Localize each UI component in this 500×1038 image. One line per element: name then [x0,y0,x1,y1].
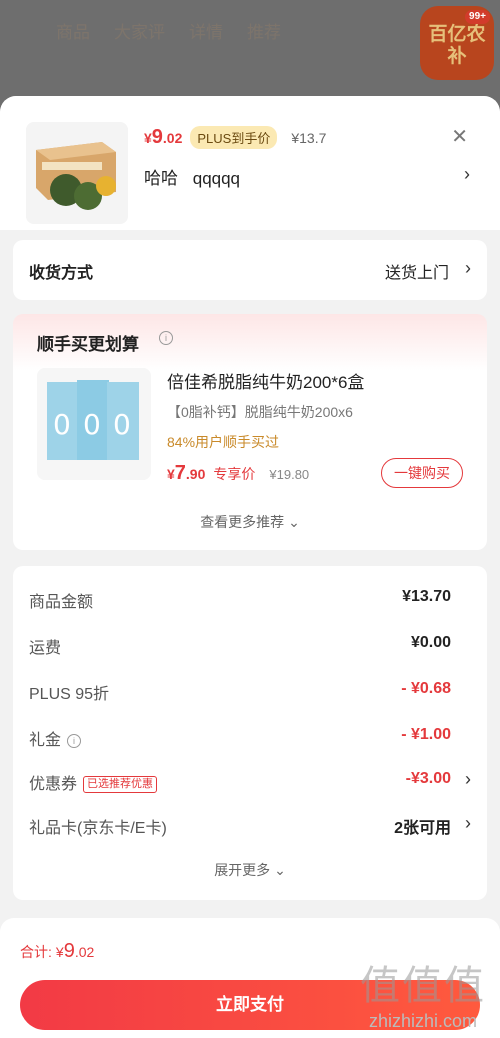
recommendation-product-desc: 【0脂补钙】脱脂纯牛奶200x6 [167,404,353,420]
info-icon[interactable]: i [67,734,82,748]
rec-price-integer: 7 [174,462,186,484]
total-integer: 9 [63,940,75,962]
recommendation-card: 顺手买更划算 i 0 0 0 倍佳希脱脂纯牛奶200*6盒 【0脂补钙】脱脂纯牛… [13,314,487,550]
summary-row-goods: 商品金额 ¥13.70 [29,588,471,612]
rec-price-decimal: .90 [185,466,206,482]
chevron-down-icon: ⌄ [274,862,286,878]
bg-tab-details: 详情 [189,23,223,42]
chevron-down-icon: ⌄ [288,514,300,530]
chevron-right-icon: › [465,258,471,278]
rec-original-price: ¥19.80 [269,467,310,482]
recommendation-product-name[interactable]: 倍佳希脱脂纯牛奶200*6盒 [167,368,364,393]
summary-label-wrap: 优惠券 已选推荐优惠 [29,770,158,794]
recommendation-title: 顺手买更划算 [37,335,139,354]
summary-label: 礼金 [29,732,62,749]
watermark: 值值值 zhizhizhi.com [360,953,486,1032]
more-recommendations-label: 查看更多推荐 [200,514,285,530]
product-spec-selector[interactable]: 哈哈 qqqqq [144,164,250,189]
watermark-brand: 值值值 [360,964,486,1008]
summary-row-gift-card[interactable]: 礼品卡(京东卡/E卡) 2张可用 › [29,813,471,838]
recommendation-price: ¥ 7 .90 专享价 ¥19.80 [167,462,309,485]
summary-label-wrap: 礼金 i [29,726,82,750]
svg-text:0: 0 [53,408,71,441]
price-currency: ¥ [144,130,152,146]
background-tabs: 商品 大家评 详情 推荐 [56,18,281,43]
close-icon[interactable]: ✕ [451,124,468,149]
expand-more-link[interactable]: 展开更多 ⌄ [13,860,487,880]
subsidy-badge: 百亿农补 99+ [420,6,494,80]
info-icon[interactable]: i [159,331,173,345]
price-integer: 9 [151,126,163,148]
original-price: ¥13.7 [291,130,327,146]
summary-value: - ¥0.68 [401,680,451,697]
summary-value: -¥3.00 [405,770,451,787]
watermark-url: zhizhizhi.com [368,1011,478,1031]
summary-value: ¥13.70 [402,588,451,605]
total-label: 合计: [20,944,52,960]
pumpkin-box-image [26,122,128,224]
chevron-right-icon[interactable]: › [464,164,470,185]
summary-label: 优惠券 [29,776,78,793]
summary-row-cash-gift: 礼金 i - ¥1.00 [29,726,471,750]
milk-product-image[interactable]: 0 0 0 [37,368,151,480]
price-decimal: .02 [162,130,183,146]
total-decimal: .02 [74,944,95,960]
summary-value: ¥0.00 [410,634,451,651]
rec-price-currency: ¥ [167,466,175,482]
product-thumbnail [26,122,128,224]
summary-value: 2张可用 [394,820,451,837]
delivery-value: 送货上门 [384,265,449,282]
svg-text:0: 0 [113,408,131,441]
bg-tab-reviews: 大家评 [114,23,165,42]
total-currency: ¥ [55,944,64,960]
coupon-selected-tag: 已选推荐优惠 [83,776,158,793]
expand-more-label: 展开更多 [214,862,271,878]
spec-option-2: qqqqq [192,169,241,188]
summary-value: - ¥1.00 [401,726,451,743]
summary-label: 礼品卡(京东卡/E卡) [29,820,167,837]
milk-box-image: 0 0 0 [37,368,151,480]
summary-label: 运费 [29,640,62,657]
bg-tab-recommend: 推荐 [247,23,281,42]
plus-price-tag: PLUS到手价 [190,126,278,149]
product-price-line: ¥ 9 .02 PLUS到手价 ¥13.7 [144,126,326,149]
product-header: ¥ 9 .02 PLUS到手价 ¥13.7 ✕ 哈哈 qqqqq › [0,96,500,230]
bg-tab-goods: 商品 [56,23,90,42]
subsidy-badge-text: 百亿农补 [428,24,486,67]
chevron-right-icon: › [465,813,471,833]
summary-label: 商品金额 [29,594,94,611]
more-recommendations-link[interactable]: 查看更多推荐 ⌄ [13,512,487,532]
spec-option-1: 哈哈 [144,169,178,188]
badge-count: 99+ [465,10,490,24]
svg-text:0: 0 [83,408,101,441]
summary-row-shipping: 运费 ¥0.00 [29,634,471,658]
total-amount: 合计: ¥ 9 .02 [20,940,94,963]
summary-label: PLUS 95折 [29,686,110,703]
summary-row-coupon[interactable]: 优惠券 已选推荐优惠 -¥3.00 › [29,769,471,794]
price-summary-card: 商品金额 ¥13.70 运费 ¥0.00 PLUS 95折 - ¥0.68 礼金… [13,566,487,900]
recommendation-percent: 84%用户顺手买过 [167,434,280,450]
delivery-method-row[interactable]: 收货方式 送货上门 › [13,240,487,300]
checkout-sheet: ¥ 9 .02 PLUS到手价 ¥13.7 ✕ 哈哈 qqqqq › 收货方式 … [0,96,500,1038]
chevron-right-icon: › [465,769,471,789]
exclusive-price-label: 专享价 [213,466,256,482]
summary-row-plus-discount: PLUS 95折 - ¥0.68 [29,680,471,704]
delivery-label: 收货方式 [29,265,94,282]
one-click-buy-button[interactable]: 一键购买 [381,458,463,488]
